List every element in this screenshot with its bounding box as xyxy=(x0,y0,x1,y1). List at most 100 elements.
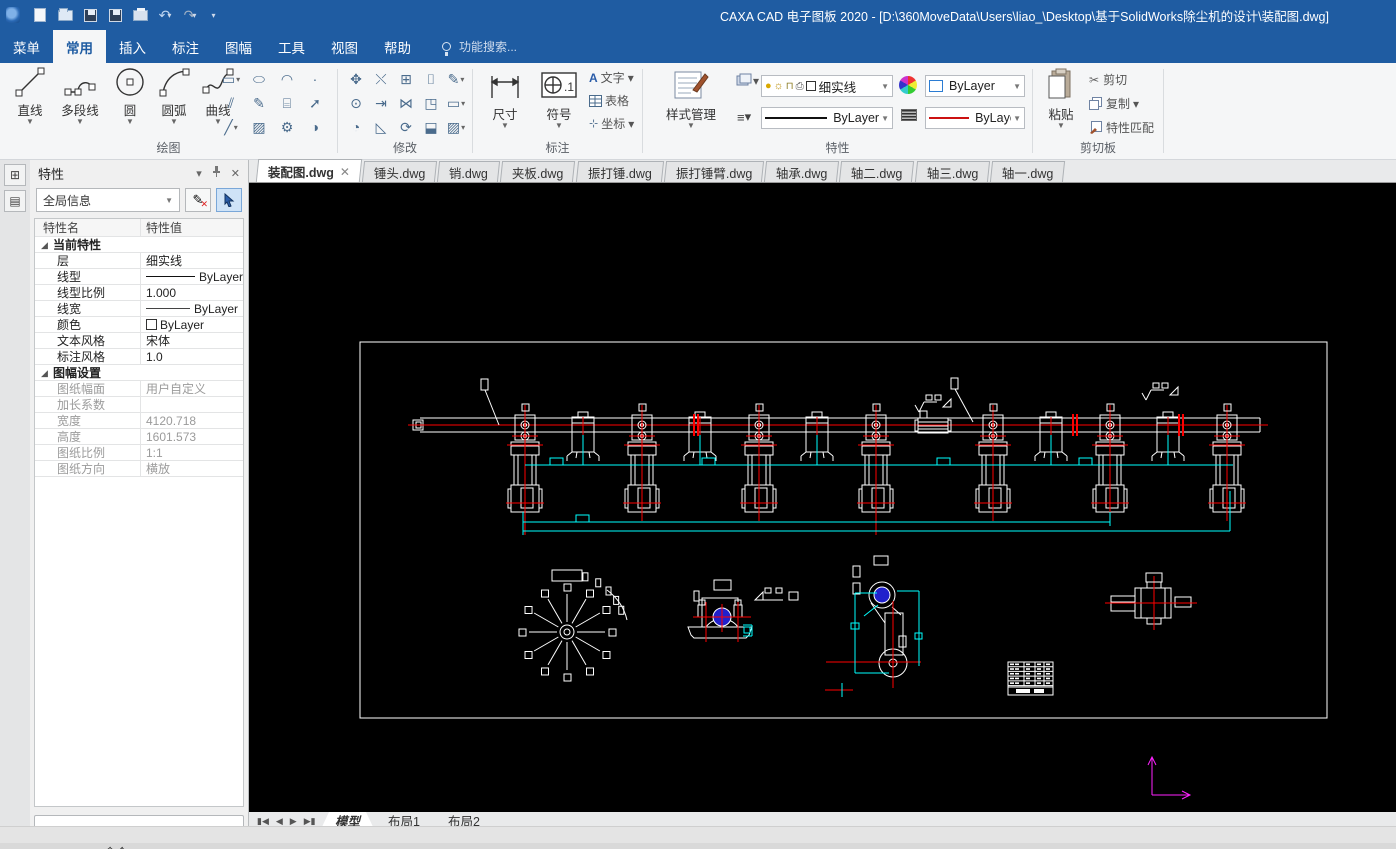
corner-icon[interactable]: ◳ xyxy=(418,91,444,115)
scope-combo[interactable]: 全局信息▼ xyxy=(36,188,180,212)
save-as-icon[interactable] xyxy=(106,6,124,24)
close-panel-icon[interactable]: ✕ xyxy=(231,167,240,180)
customize-toolbar-icon[interactable]: ▾ xyxy=(206,6,224,24)
cad-canvas[interactable] xyxy=(249,183,1396,812)
color-wheel-icon[interactable] xyxy=(899,76,917,94)
save-file-icon[interactable] xyxy=(81,6,99,24)
property-value[interactable]: 1.0 xyxy=(141,349,243,364)
draw-tool-圆[interactable]: 圆▼ xyxy=(108,63,152,139)
block-icon[interactable]: ⌸ xyxy=(274,91,300,115)
break-icon[interactable]: ⤬ xyxy=(368,67,394,91)
dimension-button[interactable]: 尺寸▼ xyxy=(481,65,529,141)
menu-tab-帮助[interactable]: 帮助 xyxy=(371,30,424,63)
parallel-icon[interactable]: ⫽ xyxy=(218,91,244,115)
rectangle-icon[interactable]: ▭▾ xyxy=(218,67,244,91)
extend-icon[interactable]: ⇥ xyxy=(368,91,394,115)
property-value[interactable]: 细实线 xyxy=(141,253,243,268)
function-search[interactable]: 功能搜索... xyxy=(442,30,517,63)
color-combo[interactable]: ByLayer ▼ xyxy=(925,75,1025,97)
app-logo-icon[interactable] xyxy=(6,6,24,24)
stretch-icon[interactable]: ▨▾ xyxy=(443,115,469,139)
draw-tool-圆弧[interactable]: 圆弧▼ xyxy=(152,63,196,139)
property-value[interactable]: ByLayer xyxy=(141,301,243,316)
property-group-label[interactable]: ◢图幅设置 xyxy=(35,365,101,380)
doc-tab-销.dwg[interactable]: 销.dwg xyxy=(437,161,500,182)
new-file-icon[interactable] xyxy=(31,6,49,24)
doc-tab-夹板.dwg[interactable]: 夹板.dwg xyxy=(500,161,576,182)
array-icon[interactable]: ⊞ xyxy=(393,67,419,91)
coordinate-button[interactable]: ⊹ 坐标▾ xyxy=(589,115,634,132)
move-icon[interactable]: ✥ xyxy=(343,67,369,91)
pin-icon[interactable] xyxy=(212,166,221,180)
layer-tool-icon[interactable]: ▾ xyxy=(735,73,759,89)
last-sheet-icon[interactable]: ▶▮ xyxy=(304,816,316,827)
property-group-label[interactable]: ◢当前特性 xyxy=(35,237,101,252)
wipeout-icon[interactable]: ◑ xyxy=(302,115,328,139)
sketch-icon[interactable]: ✎ xyxy=(246,91,272,115)
library-tab-icon[interactable]: ▤ xyxy=(4,190,26,212)
rotate-icon[interactable]: ⟳ xyxy=(393,115,419,139)
rect-icon[interactable]: ▭▾ xyxy=(443,91,469,115)
property-value[interactable]: 1601.573 xyxy=(141,429,243,444)
copy-button[interactable]: 复制▾ xyxy=(1089,95,1154,112)
edit-icon[interactable]: ✎▾ xyxy=(443,67,469,91)
command-area[interactable] xyxy=(0,826,1396,843)
doc-tab-轴承.dwg[interactable]: 轴承.dwg xyxy=(764,161,840,182)
arc-fit-icon[interactable]: ◠ xyxy=(274,67,300,91)
first-sheet-icon[interactable]: ▮◀ xyxy=(257,816,269,827)
prev-sheet-icon[interactable]: ◀ xyxy=(276,816,283,827)
doc-tab-轴一.dwg[interactable]: 轴一.dwg xyxy=(990,161,1066,182)
property-value[interactable]: 用户自定义 xyxy=(141,381,243,396)
doc-tab-振打锤臂.dwg[interactable]: 振打锤臂.dwg xyxy=(664,161,765,182)
draw-tool-直线[interactable]: 直线▼ xyxy=(8,63,52,139)
gear-icon[interactable]: ⚙ xyxy=(274,115,300,139)
property-value[interactable]: 1:1 xyxy=(141,445,243,460)
ellipse-icon[interactable]: ⬭ xyxy=(246,67,272,91)
clear-edit-button[interactable]: ✎✕ xyxy=(185,188,211,212)
print-icon[interactable] xyxy=(131,6,149,24)
doc-tab-轴三.dwg[interactable]: 轴三.dwg xyxy=(915,161,991,182)
point-icon[interactable]: · xyxy=(302,67,328,91)
linetype-dark-icon[interactable] xyxy=(901,109,917,121)
mirror-icon[interactable]: ⋈ xyxy=(393,91,419,115)
select-entity-button[interactable] xyxy=(216,188,242,212)
property-value[interactable]: 横放 xyxy=(141,461,243,476)
text-button[interactable]: A 文字▾ xyxy=(589,69,634,86)
property-value[interactable] xyxy=(141,397,243,412)
property-value[interactable]: 1.000 xyxy=(141,285,243,300)
menu-tab-常用[interactable]: 常用 xyxy=(53,30,106,63)
explode-icon[interactable]: ⬓ xyxy=(418,115,444,139)
frame-icon[interactable]: ⌷ xyxy=(418,67,444,91)
hatch-icon[interactable]: ▨ xyxy=(246,115,272,139)
menu-tab-标注[interactable]: 标注 xyxy=(159,30,212,63)
menu-tab-插入[interactable]: 插入 xyxy=(106,30,159,63)
next-sheet-icon[interactable]: ▶ xyxy=(290,816,297,827)
doc-tab-装配图.dwg[interactable]: 装配图.dwg✕ xyxy=(256,159,362,182)
menu-tab-菜单[interactable]: 菜单 xyxy=(0,30,53,63)
close-tab-icon[interactable]: ✕ xyxy=(340,164,350,178)
match-properties-button[interactable]: 特性匹配 xyxy=(1089,119,1154,136)
undo-icon[interactable]: ↶▾ xyxy=(156,6,174,24)
draw-tool-多段线[interactable]: 多段线▼ xyxy=(52,63,108,139)
doc-tab-锤头.dwg[interactable]: 锤头.dwg xyxy=(362,161,438,182)
symbol-button[interactable]: .1 符号▼ xyxy=(535,65,583,141)
paste-button[interactable]: 粘贴▼ xyxy=(1039,65,1083,141)
lineweight-tool-icon[interactable]: ≡▾ xyxy=(737,109,751,125)
menu-tab-图幅[interactable]: 图幅 xyxy=(212,30,265,63)
property-value[interactable]: 宋体 xyxy=(141,333,243,348)
properties-tab-icon[interactable]: ⊞ xyxy=(4,164,26,186)
fillet-icon[interactable]: ◔ xyxy=(343,115,369,139)
menu-tab-视图[interactable]: 视图 xyxy=(318,30,371,63)
offset-icon[interactable]: ⊙ xyxy=(343,91,369,115)
menu-tab-工具[interactable]: 工具 xyxy=(265,30,318,63)
lineweight-combo[interactable]: ByLayer ▼ xyxy=(925,107,1025,129)
open-file-icon[interactable] xyxy=(56,6,74,24)
doc-tab-轴二.dwg[interactable]: 轴二.dwg xyxy=(839,161,915,182)
cut-button[interactable]: ✂ 剪切 xyxy=(1089,71,1154,88)
pick-icon[interactable]: ➚ xyxy=(302,91,328,115)
panel-menu-icon[interactable]: ▾ xyxy=(196,167,202,180)
table-button[interactable]: 表格 xyxy=(589,92,634,109)
redo-icon[interactable]: ↷▾ xyxy=(181,6,199,24)
axis-icon[interactable]: ╱▾ xyxy=(218,115,244,139)
doc-tab-振打锤.dwg[interactable]: 振打锤.dwg xyxy=(576,161,664,182)
